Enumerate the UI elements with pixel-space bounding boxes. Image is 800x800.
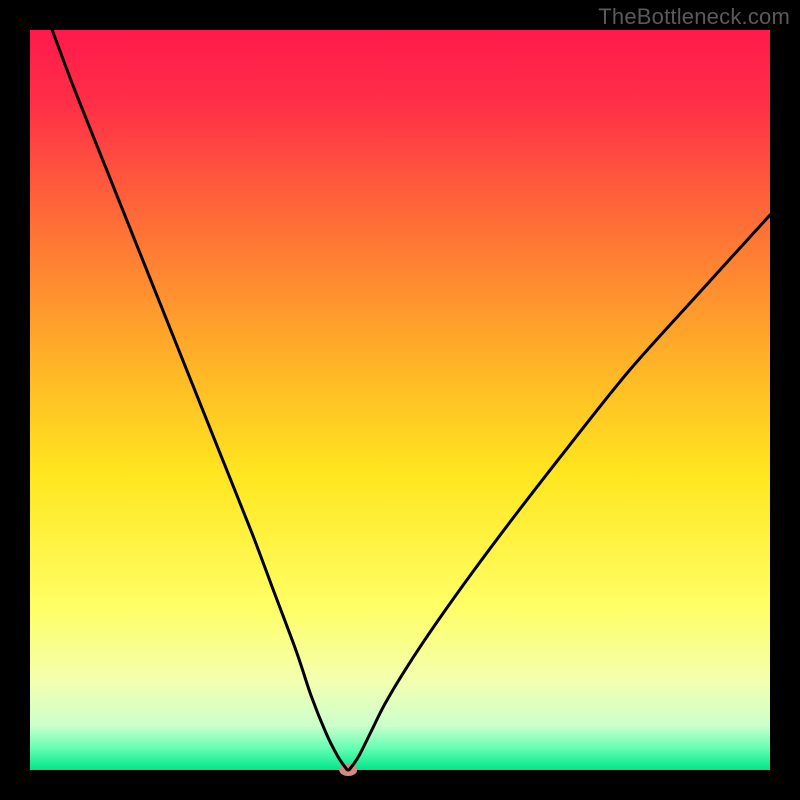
watermark-text: TheBottleneck.com — [598, 4, 790, 30]
plot-background — [30, 30, 770, 770]
chart-frame: TheBottleneck.com — [0, 0, 800, 800]
bottleneck-chart — [0, 0, 800, 800]
